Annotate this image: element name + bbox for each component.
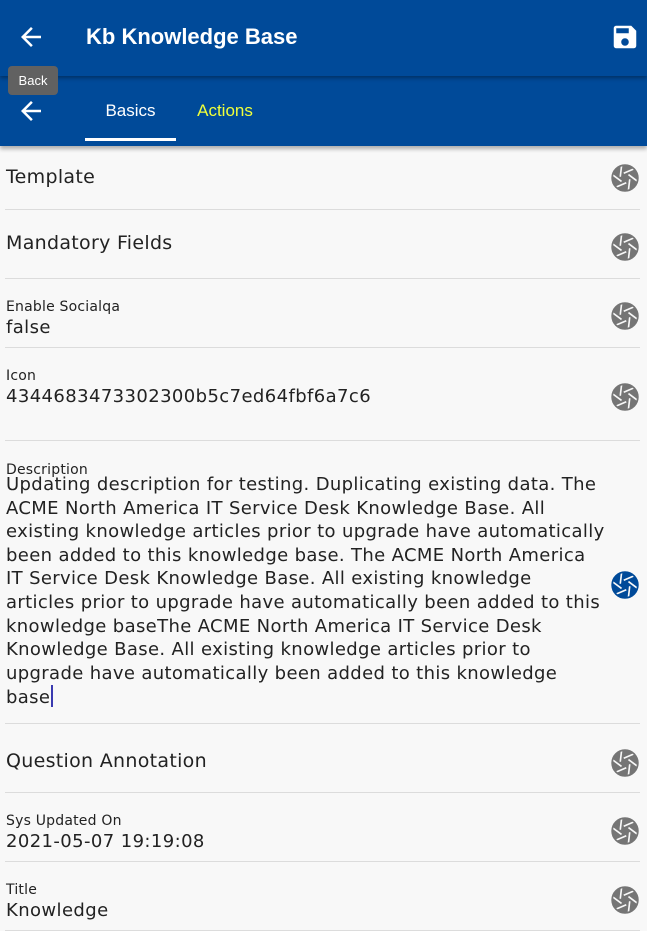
aperture-icon[interactable]	[611, 749, 639, 777]
description-textarea[interactable]: Updating description for testing. Duplic…	[6, 473, 606, 710]
text-cursor	[51, 685, 54, 708]
field-row-sys-updated-on[interactable]: Sys Updated On 2021-05-07 19:19:08	[5, 793, 640, 862]
tab-back-arrow-icon[interactable]	[16, 96, 46, 126]
aperture-icon[interactable]	[611, 817, 639, 845]
field-row-enable-socialqa[interactable]: Enable Socialqa false	[5, 279, 640, 348]
field-label-template: Template	[6, 166, 96, 188]
active-tab-indicator	[85, 138, 176, 141]
field-value-enable-socialqa: false	[6, 317, 51, 338]
field-label-question-annotation: Question Annotation	[6, 750, 207, 772]
aperture-icon[interactable]	[611, 164, 639, 192]
app-bar: Kb Knowledge Base	[0, 0, 647, 76]
field-value-sys-updated-on: 2021-05-07 19:19:08	[6, 831, 205, 852]
description-text: Updating description for testing. Duplic…	[6, 474, 605, 709]
field-row-question-annotation[interactable]: Question Annotation	[5, 724, 640, 793]
aperture-icon[interactable]	[611, 383, 639, 411]
aperture-icon[interactable]	[611, 886, 639, 914]
field-label-title: Title	[6, 882, 38, 898]
field-value-title: Knowledge	[6, 900, 109, 921]
field-label-icon: Icon	[6, 368, 37, 384]
field-list: Template Mandatory Fields Enable Socialq…	[0, 146, 647, 931]
tab-actions[interactable]: Actions	[186, 76, 264, 142]
page-title: Kb Knowledge Base	[86, 24, 298, 49]
field-row-template[interactable]: Template	[5, 146, 640, 210]
field-label-mandatory-fields: Mandatory Fields	[6, 232, 173, 254]
back-arrow-icon[interactable]	[16, 22, 46, 52]
field-row-icon[interactable]: Icon 4344683473302300b5c7ed64fbf6a7c6	[5, 348, 640, 441]
field-label-enable-socialqa: Enable Socialqa	[6, 299, 121, 315]
tab-bar: Basics Actions	[0, 76, 647, 146]
back-tooltip: Back	[8, 66, 58, 95]
aperture-icon[interactable]	[611, 571, 639, 599]
field-row-mandatory-fields[interactable]: Mandatory Fields	[5, 210, 640, 279]
tab-basics[interactable]: Basics	[85, 76, 176, 142]
aperture-icon[interactable]	[611, 302, 639, 330]
aperture-icon[interactable]	[611, 233, 639, 261]
field-row-description[interactable]: Description Updating description for tes…	[5, 441, 640, 724]
save-icon[interactable]	[610, 22, 640, 52]
field-value-icon: 4344683473302300b5c7ed64fbf6a7c6	[6, 386, 372, 407]
field-label-sys-updated-on: Sys Updated On	[6, 813, 122, 829]
field-row-title[interactable]: Title Knowledge	[5, 862, 640, 931]
